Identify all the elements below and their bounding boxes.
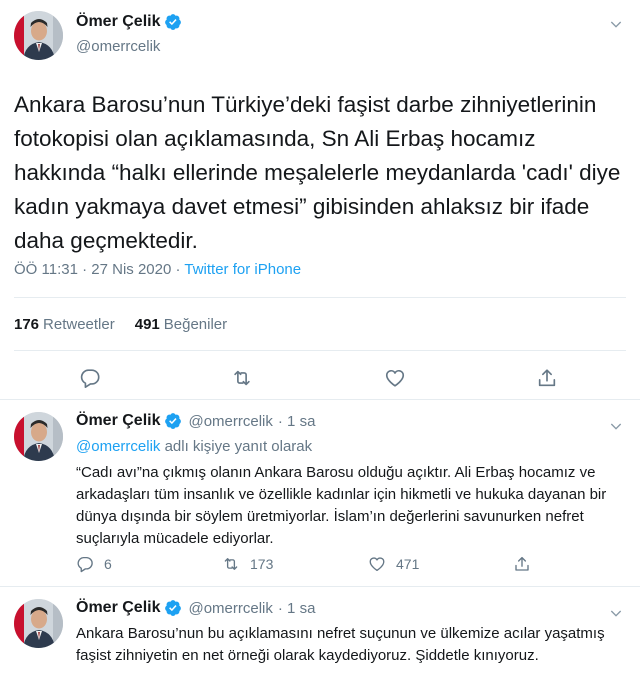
reply-icon[interactable] [79, 367, 101, 389]
replying-to: @omerrcelik adlı kişiye yanıt olarak [76, 438, 312, 455]
avatar-image [14, 599, 63, 648]
tweet-timestamp[interactable]: ÖÖ 11:31 · 27 Nis 2020 [14, 261, 171, 278]
retweet-icon [224, 558, 238, 570]
verified-badge-icon [164, 412, 182, 430]
replying-to-label: adlı kişiye yanıt olarak [160, 438, 313, 455]
likes-label: Beğeniler [163, 316, 228, 333]
retweets-count: 176 [14, 316, 40, 333]
reply-text: Ankara Barosu’nun bu açıklamasını nefret… [76, 625, 605, 664]
tweet-text: Ankara Barosu’nun Türkiye’deki faşist da… [14, 92, 621, 253]
likes-count: 491 [134, 316, 160, 333]
tweet-stats: 176 Retweetler 491 Beğeniler [14, 316, 227, 333]
retweets-label: Retweetler [43, 316, 115, 333]
meta-separator: · [171, 261, 185, 278]
reply-text: “Cadı avı”na çıkmış olanın Ankara Barosu… [76, 464, 607, 547]
reply-actions: 6 173 471 [76, 555, 596, 575]
verified-badge-icon [164, 13, 182, 31]
avatar[interactable] [14, 11, 63, 60]
like-count: 471 [396, 556, 420, 572]
replying-to-mention[interactable]: @omerrcelik [76, 438, 160, 455]
tweet-source-link[interactable]: Twitter for iPhone [184, 261, 301, 278]
avatar[interactable] [14, 599, 63, 648]
author-name-row[interactable]: Ömer Çelik @omerrcelik · 1 sa [76, 599, 315, 617]
retweet-action[interactable]: 173 [222, 555, 273, 573]
verified-badge-icon [164, 599, 182, 617]
tweet-time[interactable]: · 1 sa [278, 413, 316, 430]
author-name[interactable]: Ömer Çelik [76, 599, 160, 617]
reply-tweet[interactable]: Ömer Çelik @omerrcelik · 1 sa @omerrceli… [0, 400, 640, 587]
author-handle[interactable]: @omerrcelik [76, 38, 160, 55]
divider [14, 297, 626, 298]
reply-action[interactable]: 6 [76, 555, 112, 573]
divider [14, 350, 626, 351]
author-name-row[interactable]: Ömer Çelik @omerrcelik · 1 sa [76, 412, 315, 430]
reply-tweet[interactable]: Ömer Çelik @omerrcelik · 1 sa Ankara Bar… [0, 587, 640, 687]
share-icon [515, 556, 529, 571]
retweet-count: 173 [250, 556, 274, 572]
author-name[interactable]: Ömer Çelik [76, 13, 160, 31]
reply-count: 6 [104, 556, 112, 572]
retweet-icon[interactable] [231, 367, 253, 389]
author-name-row[interactable]: Ömer Çelik [76, 13, 182, 31]
like-icon [369, 557, 385, 572]
reply-icon [77, 556, 93, 573]
likes-stat[interactable]: 491 Beğeniler [135, 316, 227, 333]
author-name[interactable]: Ömer Çelik [76, 412, 160, 430]
avatar-image [14, 11, 63, 60]
chevron-down-icon[interactable] [608, 605, 624, 621]
retweets-stat[interactable]: 176 Retweetler [14, 316, 115, 333]
share-icon[interactable] [536, 367, 558, 389]
like-icon[interactable] [384, 367, 406, 389]
avatar[interactable] [14, 412, 63, 461]
author-handle[interactable]: @omerrcelik [188, 413, 272, 430]
main-tweet: Ömer Çelik @omerrcelik Ankara Barosu’nun… [0, 0, 640, 400]
like-action[interactable]: 471 [368, 555, 419, 573]
avatar-image [14, 412, 63, 461]
author-handle[interactable]: @omerrcelik [188, 600, 272, 617]
tweet-actions [0, 364, 640, 392]
chevron-down-icon[interactable] [608, 16, 624, 32]
share-action[interactable] [513, 555, 541, 573]
tweet-time[interactable]: · 1 sa [278, 600, 316, 617]
chevron-down-icon[interactable] [608, 418, 624, 434]
tweet-meta: ÖÖ 11:31 · 27 Nis 2020 · Twitter for iPh… [14, 261, 301, 278]
